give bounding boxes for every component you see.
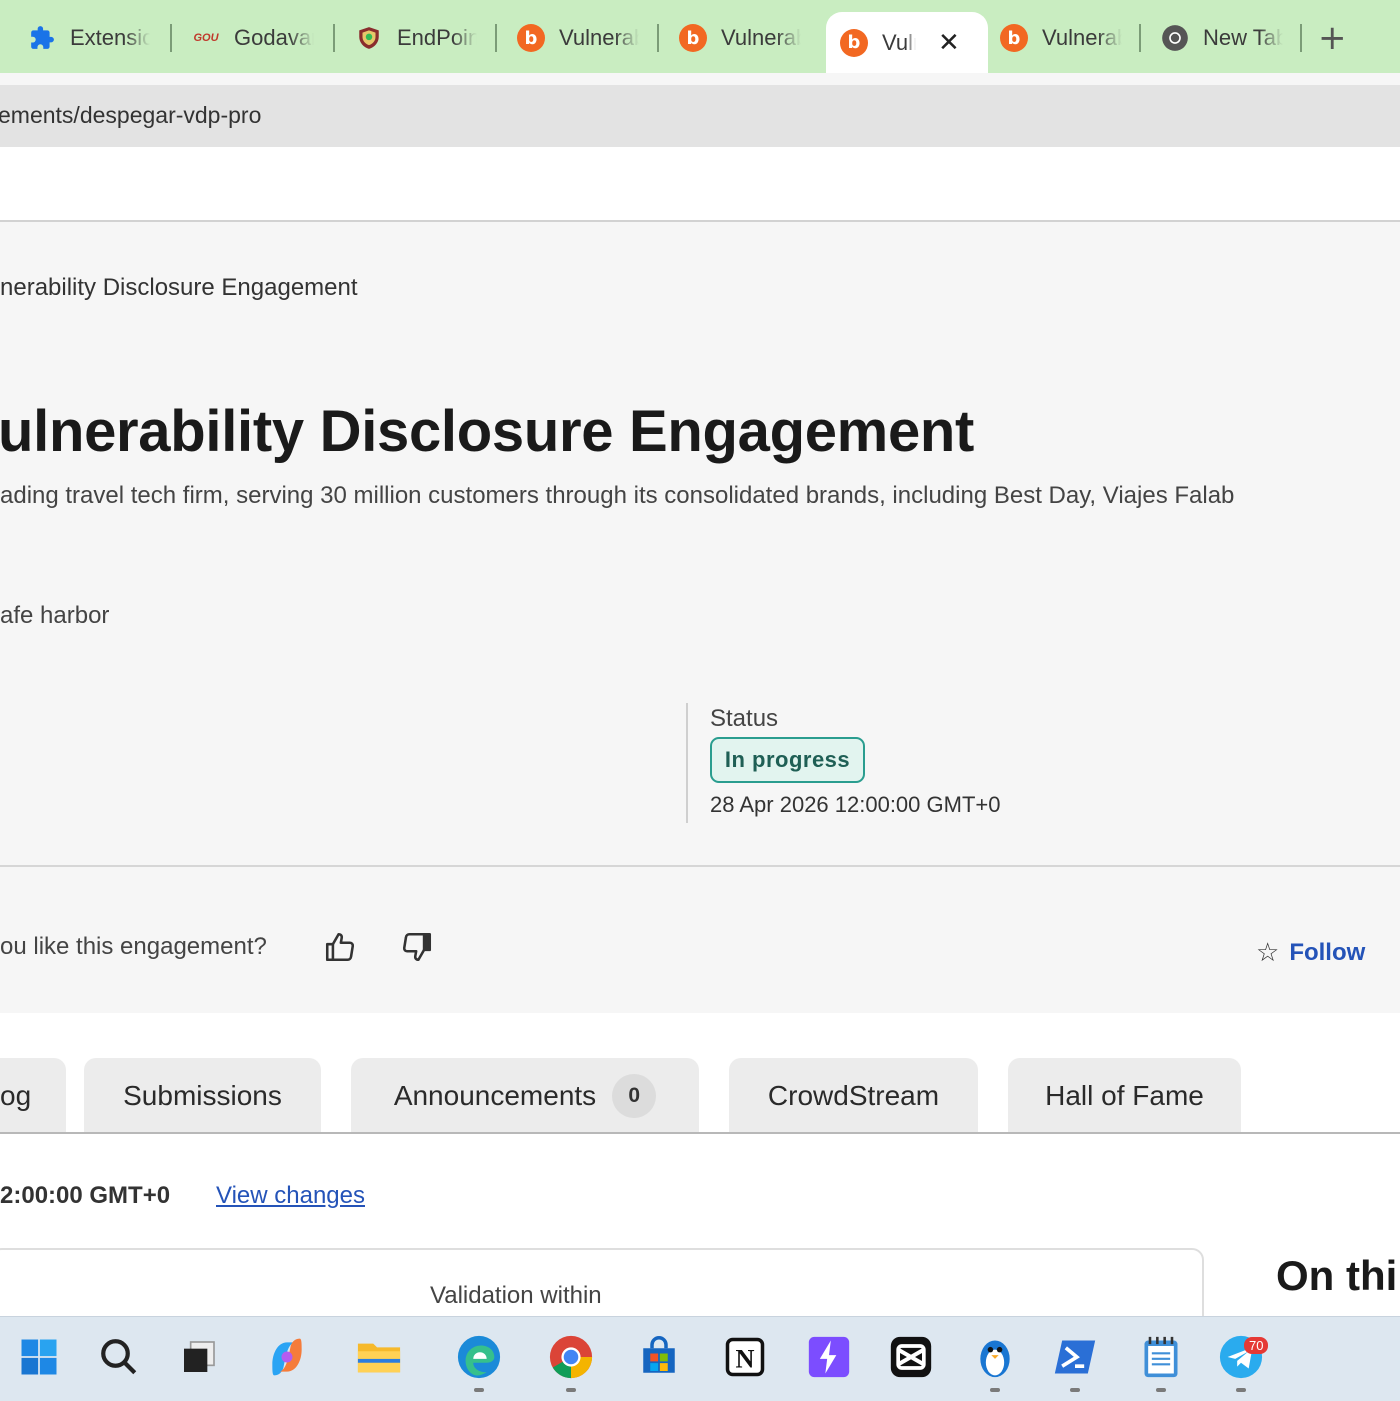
status-badge: In progress	[710, 737, 865, 783]
close-tab-icon[interactable]: ✕	[938, 28, 960, 58]
powershell-icon[interactable]	[1052, 1334, 1098, 1380]
godavari-logo-icon: GOU	[193, 32, 219, 44]
browser-tab-endpoint[interactable]: EndPoint	[355, 10, 477, 66]
tab-separator	[495, 24, 497, 52]
tab-label: Hall of Fame	[1045, 1079, 1204, 1111]
chrome-icon[interactable]	[548, 1334, 594, 1380]
status-label: Status	[710, 705, 779, 732]
updated-timestamp: 2:00:00 GMT+0	[0, 1182, 171, 1209]
on-this-page-heading: On thi	[1276, 1252, 1398, 1299]
tab-separator	[333, 24, 335, 52]
status-date: 28 Apr 2026 12:00:00 GMT+0	[710, 792, 1001, 817]
chrome-icon	[1161, 24, 1189, 52]
tab-separator	[1139, 24, 1141, 52]
browser-tab-new-tab[interactable]: New Tab	[1161, 10, 1283, 66]
store-icon[interactable]	[636, 1334, 682, 1380]
bolt-app-icon[interactable]	[806, 1334, 852, 1380]
running-indicator	[1070, 1388, 1080, 1392]
browser-tab-godavari[interactable]: GOU Godavari	[192, 10, 314, 66]
bugcrowd-icon: b	[679, 24, 707, 52]
copilot-icon[interactable]	[264, 1334, 310, 1380]
validation-label: Validation within	[430, 1282, 602, 1309]
announcement-count-badge: 0	[612, 1073, 657, 1118]
bugcrowd-icon: b	[1000, 24, 1028, 52]
page-title: ulnerability Disclosure Engagement	[0, 399, 975, 464]
tab-label: Submissions	[123, 1079, 282, 1111]
address-bar[interactable]: ements/despegar-vdp-pro	[0, 85, 1400, 147]
like-question: ou like this engagement?	[0, 933, 267, 960]
penguin-app-icon[interactable]	[972, 1334, 1018, 1380]
file-explorer-icon[interactable]	[356, 1334, 402, 1380]
tab-label: CrowdStream	[767, 1079, 940, 1111]
thumbs-up-icon[interactable]	[323, 930, 357, 964]
new-tab-plus-icon[interactable]: +	[1318, 18, 1347, 58]
star-icon: ☆	[1256, 938, 1280, 968]
view-changes-link[interactable]: View changes	[216, 1182, 365, 1210]
browser-tab-vulnerability-3[interactable]: b Vulnerability	[1000, 10, 1122, 66]
tab-title: Vulnerability	[559, 25, 639, 50]
browser-tab-vulnerability-2[interactable]: b Vulnerability	[679, 10, 801, 66]
tab-title: Extensions	[70, 25, 150, 50]
tab-title: Vulnerability	[1042, 25, 1122, 50]
browser-tab-vulnerability-1[interactable]: b Vulnerability	[517, 10, 639, 66]
address-url[interactable]: ements/despegar-vdp-pro	[0, 102, 261, 129]
notepad-icon[interactable]	[1138, 1334, 1184, 1380]
running-indicator	[1236, 1388, 1246, 1392]
tab-title: Godavari	[234, 25, 314, 50]
task-view-icon[interactable]	[176, 1334, 222, 1380]
bugcrowd-icon: b	[840, 28, 868, 57]
divider	[0, 865, 1400, 867]
browser-tab-extensions[interactable]: Extensions	[28, 10, 150, 66]
tab-title: Vulnerability	[882, 29, 916, 55]
running-indicator	[990, 1388, 1000, 1392]
tab-title: EndPoint	[397, 25, 477, 50]
tab-title: New Tab	[1203, 25, 1283, 50]
edge-icon[interactable]	[456, 1334, 502, 1380]
telegram-badge: 70	[1244, 1337, 1269, 1354]
browser-tab-strip: Extensions GOU Godavari EndPoint b Vulne…	[0, 0, 1400, 73]
thumbs-down-icon[interactable]	[400, 930, 434, 964]
browser-tab-vulnerability-active[interactable]: b Vulnerability ✕	[826, 12, 988, 73]
site-header	[0, 147, 1400, 222]
bugcrowd-icon: b	[517, 24, 545, 52]
tab-announcements[interactable]: Announcements 0	[351, 1058, 699, 1133]
tab-label: Announcements	[393, 1079, 597, 1111]
tab-changelog[interactable]: og	[0, 1058, 66, 1133]
engagement-description: ading travel tech firm, serving 30 milli…	[0, 482, 1235, 509]
tab-separator	[657, 24, 659, 52]
puzzle-icon	[28, 24, 56, 52]
tab-submissions[interactable]: Submissions	[84, 1058, 321, 1133]
capcut-icon[interactable]	[888, 1334, 934, 1380]
tab-title: Vulnerability	[721, 25, 801, 50]
windows-start-icon[interactable]	[16, 1334, 62, 1380]
running-indicator	[474, 1388, 484, 1392]
tab-label: og	[0, 1079, 32, 1111]
search-icon[interactable]	[96, 1334, 142, 1380]
shield-logo-icon	[355, 24, 383, 52]
breadcrumb[interactable]: nerability Disclosure Engagement	[0, 274, 358, 302]
notion-icon[interactable]: N	[722, 1334, 768, 1380]
follow-label: Follow	[1289, 939, 1366, 966]
tab-separator	[1300, 24, 1302, 52]
divider	[686, 703, 688, 823]
running-indicator	[566, 1388, 576, 1392]
running-indicator	[1156, 1388, 1166, 1392]
tab-separator	[170, 24, 172, 52]
safe-harbor-label: afe harbor	[0, 602, 110, 629]
svg-text:N: N	[736, 1345, 755, 1374]
tab-hall-of-fame[interactable]: Hall of Fame	[1008, 1058, 1241, 1133]
tab-crowdstream[interactable]: CrowdStream	[729, 1058, 978, 1133]
follow-button[interactable]: ☆ Follow	[1256, 938, 1365, 968]
